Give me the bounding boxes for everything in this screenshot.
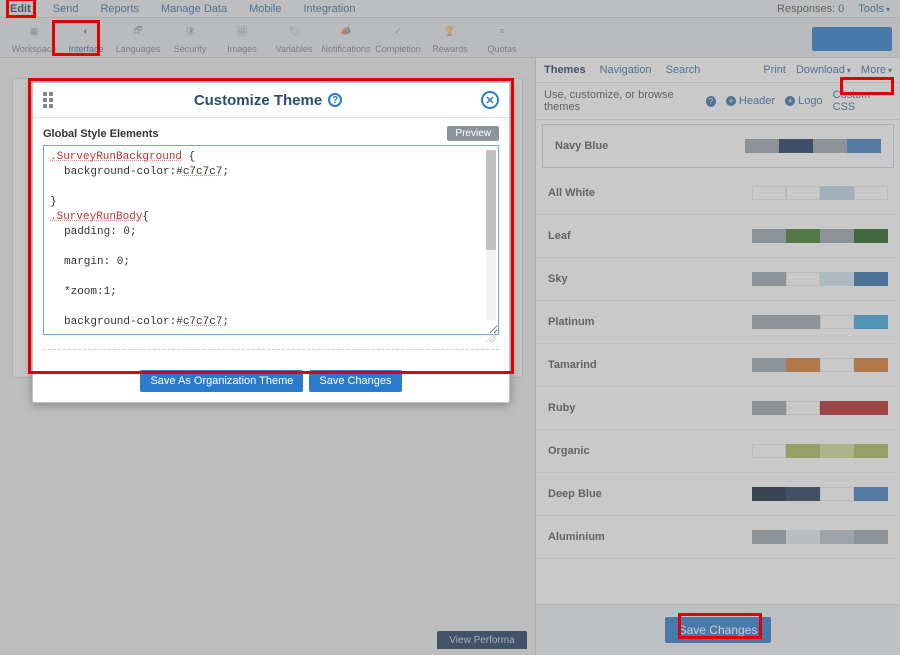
close-button[interactable]: ✕	[481, 91, 499, 109]
customize-theme-dialog: Customize Theme? ✕ Global Style Elements…	[32, 82, 510, 403]
scrollbar-thumb[interactable]	[486, 150, 496, 250]
preview-button[interactable]: Preview	[447, 126, 499, 141]
dialog-save-changes-button[interactable]: Save Changes	[309, 370, 401, 392]
dialog-title: Customize Theme?	[55, 92, 481, 109]
css-editor[interactable]: .SurveyRunBackground {background-color:#…	[43, 145, 499, 335]
global-style-label: Global Style Elements	[43, 128, 159, 140]
resize-handle[interactable]	[43, 335, 499, 343]
save-as-org-theme-button[interactable]: Save As Organization Theme	[140, 370, 303, 392]
drag-handle-icon[interactable]	[43, 92, 55, 108]
help-icon[interactable]: ?	[328, 93, 342, 107]
